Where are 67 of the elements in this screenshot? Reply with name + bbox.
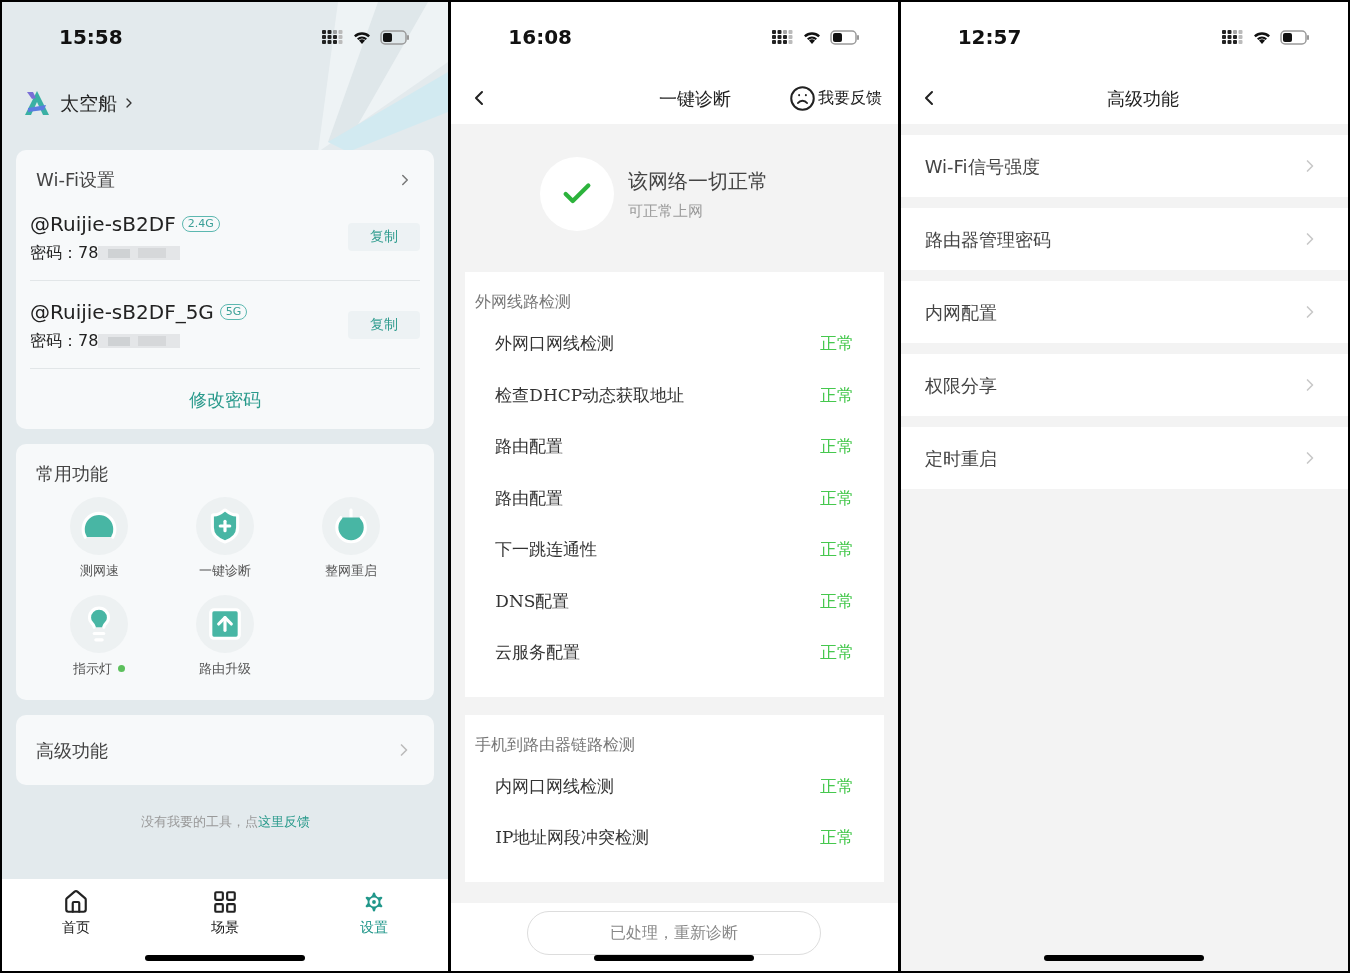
tab[interactable]: 首页 (2, 889, 151, 938)
advanced-card[interactable]: 高级功能 (16, 715, 435, 785)
check-status: 正常 (819, 826, 854, 849)
wifi-icon (1252, 29, 1272, 45)
result-subtitle: 可正常上网 (628, 200, 705, 222)
check-label: 下一跳连通性 (495, 538, 598, 561)
check-label: IP地址网段冲突检测 (495, 826, 650, 849)
check-status: 正常 (819, 383, 854, 407)
check-label: 路由配置 (495, 435, 564, 458)
network-name: @Ruijie-sB2DF_5G (30, 298, 214, 326)
function-label: 测网速 (79, 562, 119, 580)
function-label: 路由升级 (199, 659, 252, 678)
function-label: 指示灯 (73, 659, 113, 678)
settings-row[interactable]: 内网配置 (900, 281, 1348, 343)
status-time: 12:57 (957, 24, 1022, 51)
check-label: 外网口网线检测 (495, 332, 615, 355)
settings-row[interactable]: 路由器管理密码 (900, 208, 1348, 270)
check-status: 正常 (819, 774, 854, 798)
check-status: 正常 (819, 641, 854, 664)
status-time: 15:58 (59, 24, 123, 51)
function-item[interactable]: 整网重启 (288, 497, 415, 581)
card-title: 常用功能 (36, 463, 108, 484)
battery-icon (829, 29, 860, 45)
function-item[interactable]: 一键诊断 (162, 497, 289, 581)
check-label: 路由配置 (495, 486, 564, 510)
tab[interactable]: 场景 (150, 889, 300, 938)
check-label: 检查DHCP动态获取地址 (495, 383, 685, 407)
page-title: 一键诊断 (659, 86, 731, 111)
check-status: 正常 (819, 435, 854, 458)
account-name[interactable]: 太空船 (60, 88, 117, 118)
check-status: 正常 (819, 332, 854, 355)
signal-icon (1222, 30, 1244, 44)
function-label: 一键诊断 (199, 562, 252, 580)
home-icon (63, 889, 90, 915)
settings-row[interactable]: Wi-Fi信号强度 (900, 135, 1348, 197)
password-text: 密码：78 (30, 241, 99, 264)
section-title: 手机到路由器链路检测 (475, 734, 636, 754)
result-title: 该网络一切正常 (628, 167, 769, 195)
check-status: 正常 (819, 538, 854, 561)
check-status: 正常 (819, 486, 854, 510)
function-item[interactable]: 测网速 (36, 497, 163, 581)
tab[interactable]: 设置 (299, 889, 449, 938)
card-title: Wi-Fi设置 (36, 168, 115, 192)
check-label: DNS配置 (495, 589, 570, 613)
check-label: 内网口网线检测 (495, 774, 615, 798)
network-name: @Ruijie-sB2DF (30, 210, 176, 238)
function-item[interactable]: 路由升级 (162, 594, 289, 678)
function-item[interactable]: 指示灯 (36, 594, 163, 678)
password-text: 密码：78 (30, 329, 99, 352)
settings-row[interactable]: 定时重启 (900, 427, 1348, 489)
status-time: 16:08 (508, 24, 572, 51)
check-status: 正常 (819, 589, 854, 613)
grid-icon (212, 889, 239, 915)
signal-icon (322, 30, 345, 44)
page-title: 高级功能 (1106, 86, 1179, 111)
feedback-text: 没有我要的工具，点 (140, 813, 258, 832)
section-title: 外网线路检测 (475, 292, 572, 311)
settings-row[interactable]: 权限分享 (900, 354, 1348, 416)
battery-icon (380, 29, 411, 45)
feedback-button[interactable]: 我要反馈 (788, 84, 882, 112)
check-label: 云服务配置 (495, 641, 581, 664)
wifi-icon (801, 29, 822, 45)
signal-icon (771, 30, 794, 44)
battery-icon (1280, 29, 1310, 45)
sad-face-icon (788, 84, 816, 112)
function-label: 整网重启 (325, 562, 378, 580)
wifi-icon (352, 29, 373, 45)
